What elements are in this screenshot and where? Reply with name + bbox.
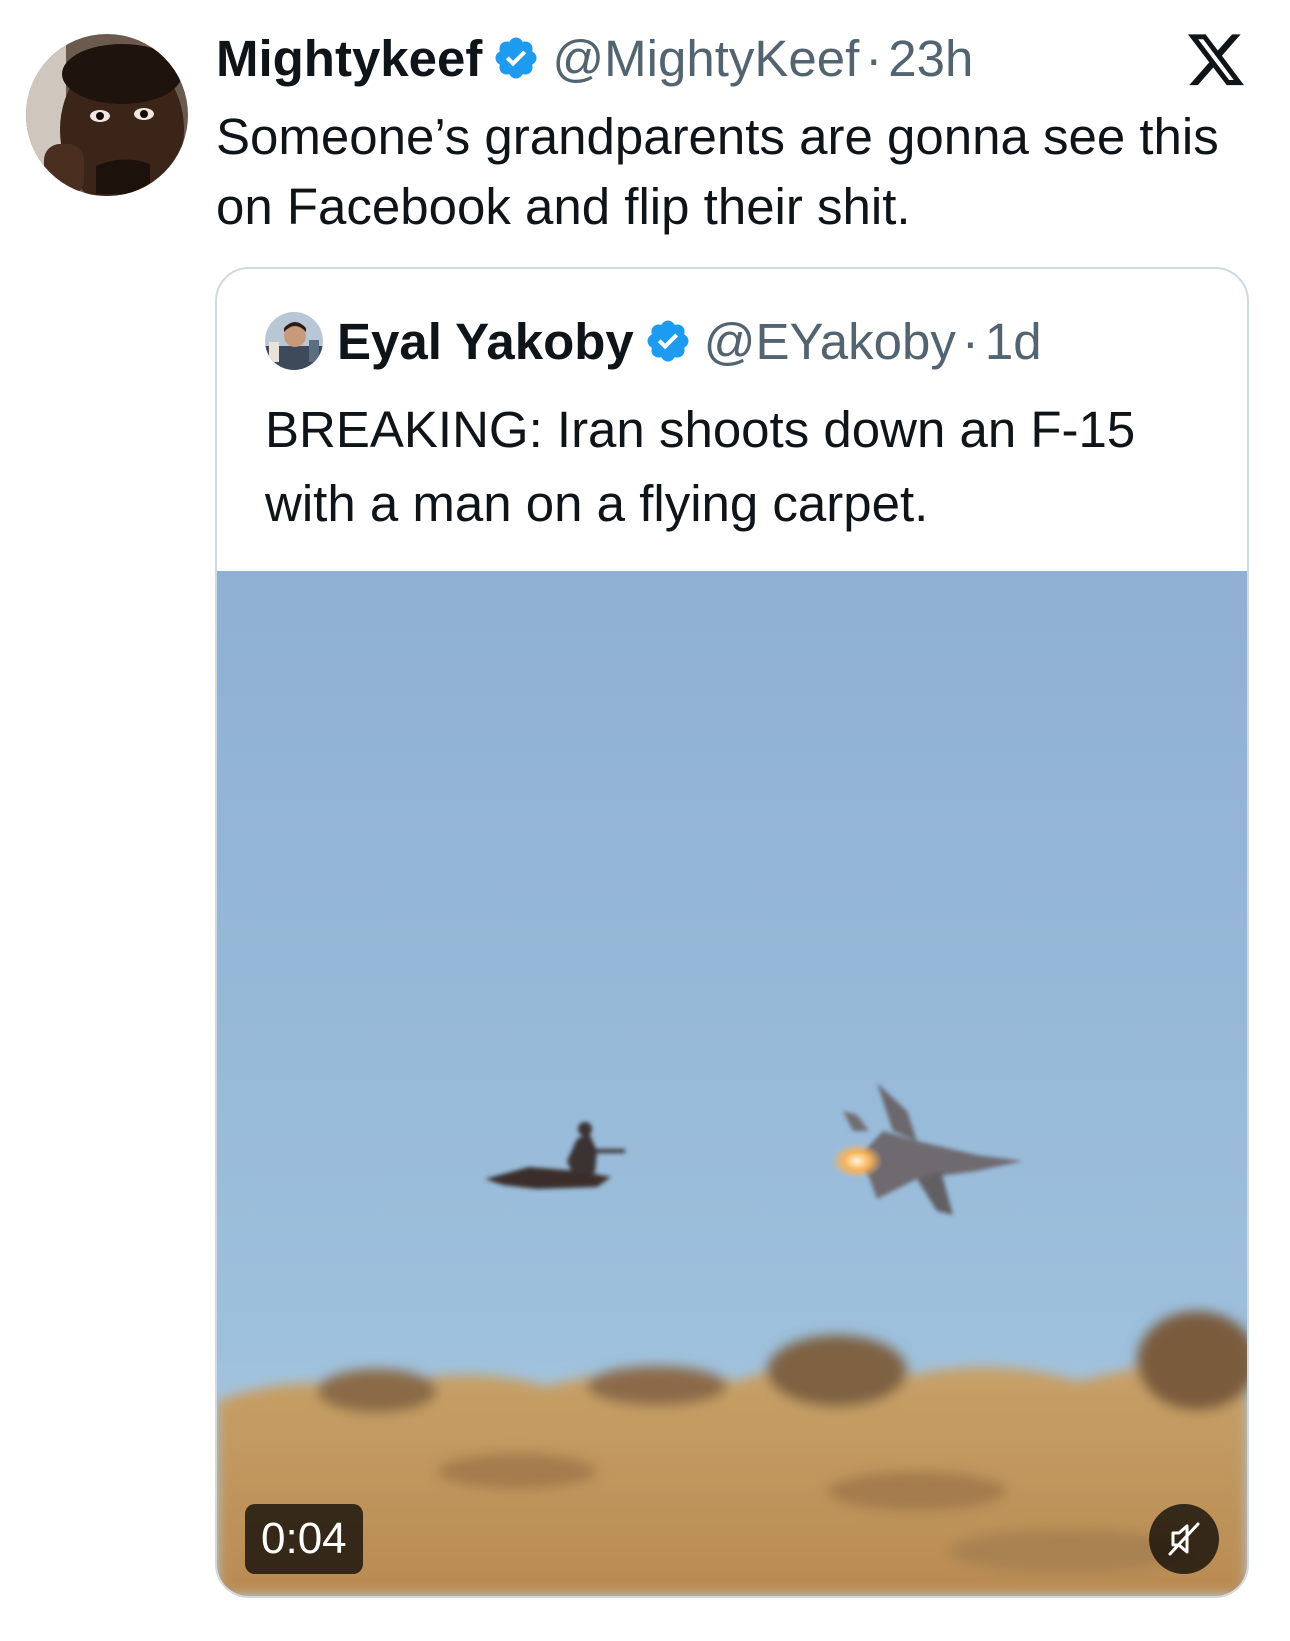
quoted-tweet-card[interactable]: Eyal Yakoby @EYakoby · 1d BREAKING: Iran…: [215, 267, 1249, 1598]
video-player[interactable]: 0:04: [217, 571, 1247, 1596]
author-handle[interactable]: @MightyKeef: [552, 29, 859, 88]
quoted-author-handle[interactable]: @EYakoby: [704, 312, 956, 371]
separator-dot: ·: [865, 29, 883, 87]
x-logo-icon[interactable]: [1188, 34, 1246, 88]
quoted-author-avatar[interactable]: [265, 312, 323, 370]
video-frame: [217, 571, 1247, 1596]
muted-speaker-icon[interactable]: [1149, 1504, 1219, 1574]
author-display-name[interactable]: Mightykeef: [216, 29, 482, 88]
separator-dot: ·: [961, 312, 979, 370]
verified-badge-icon: [492, 34, 540, 82]
tweet-header: Mightykeef @MightyKeef · 23h: [216, 28, 973, 88]
quoted-tweet-text: BREAKING: Iran shoots down an F-15 with …: [265, 401, 1136, 532]
author-avatar[interactable]: [26, 34, 188, 196]
quoted-tweet-timestamp[interactable]: 1d: [985, 312, 1042, 371]
verified-badge-icon: [644, 317, 692, 365]
quoted-author-display-name[interactable]: Eyal Yakoby: [337, 312, 634, 371]
tweet-timestamp[interactable]: 23h: [888, 29, 973, 88]
quoted-tweet-header: Eyal Yakoby @EYakoby · 1d: [265, 311, 1042, 371]
video-duration: 0:04: [245, 1504, 363, 1574]
tweet-text: Someone’s grandparents are gonna see thi…: [216, 108, 1219, 235]
